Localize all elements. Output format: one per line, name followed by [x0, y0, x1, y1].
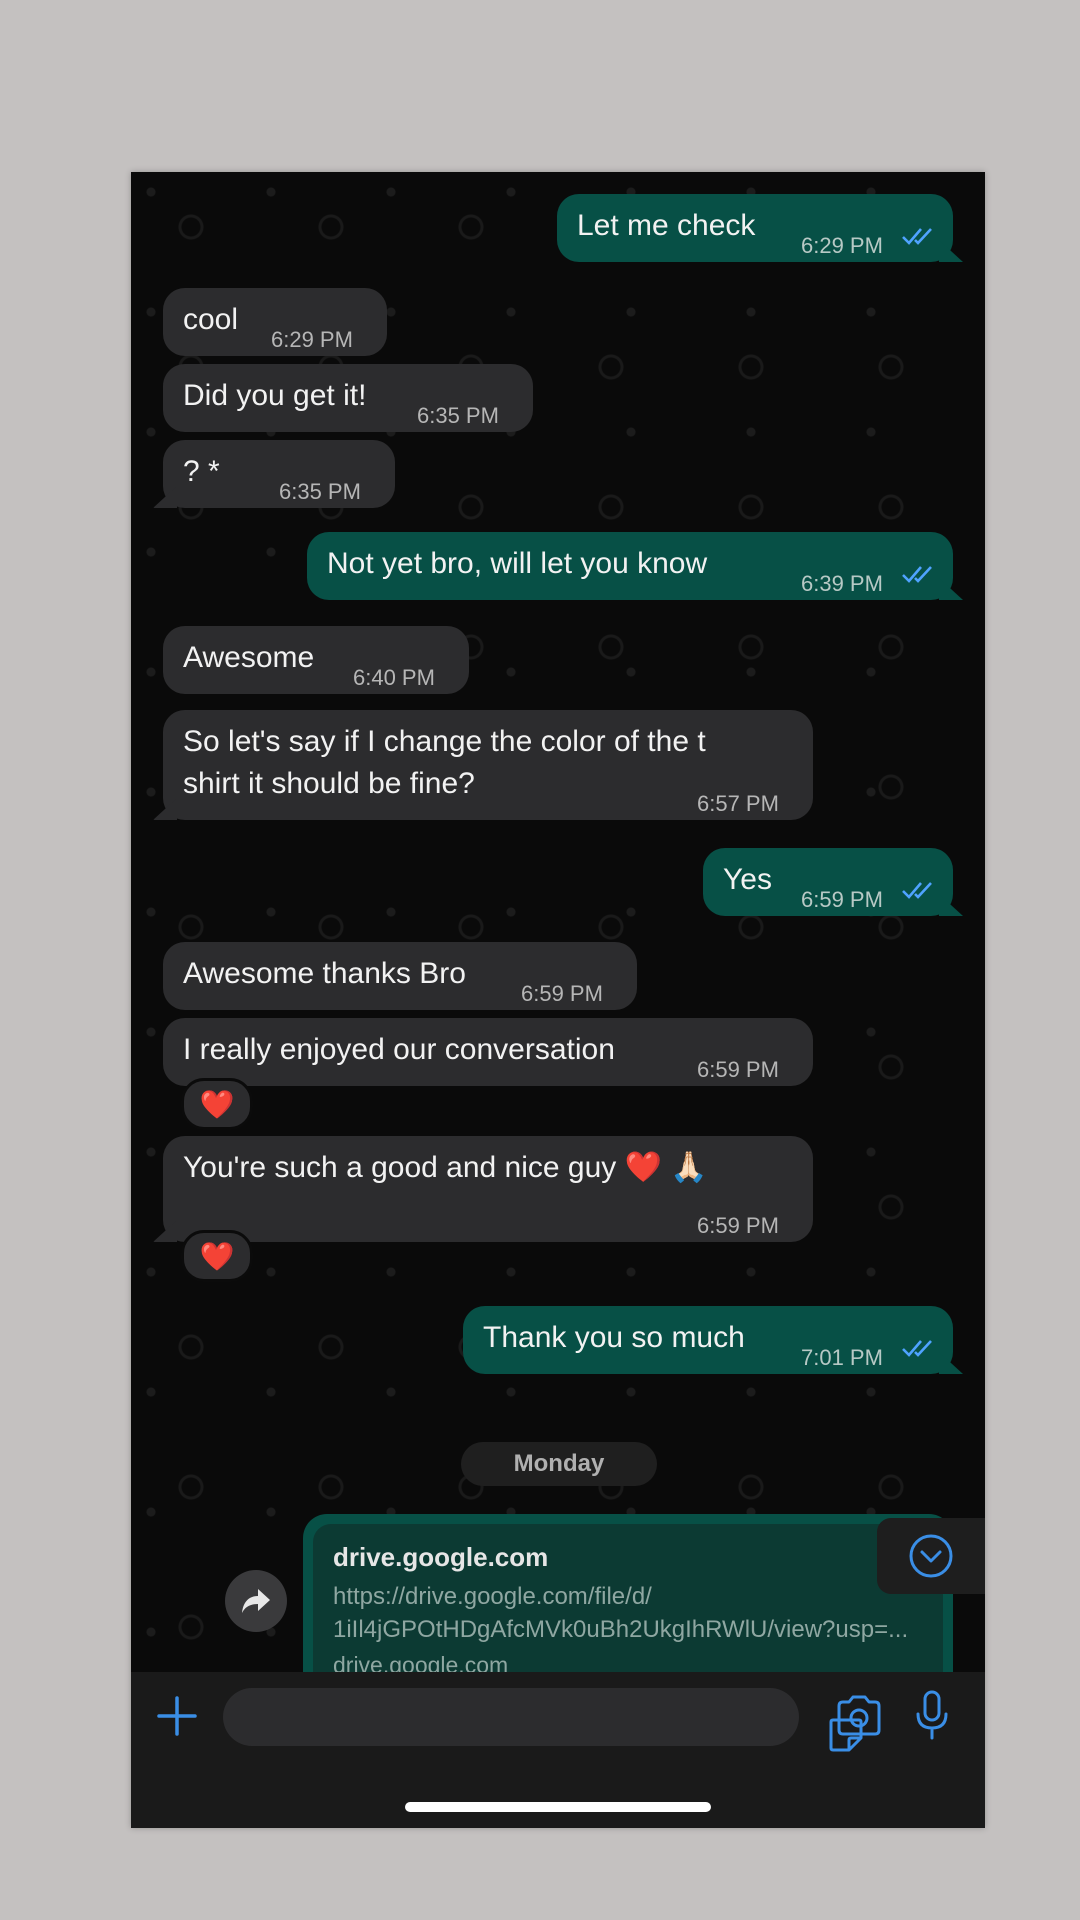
- incoming-message[interactable]: ? * 6:35 PM: [153, 440, 395, 508]
- incoming-message[interactable]: Awesome thanks Bro 6:59 PM: [163, 942, 637, 1010]
- phone-screen: Let me check 6:29 PM cool 6:29 PM Did yo…: [131, 172, 985, 1828]
- message-text: Let me check: [577, 209, 756, 242]
- message-text: Not yet bro, will let you know: [327, 547, 708, 580]
- incoming-message[interactable]: I really enjoyed our conversation 6:59 P…: [163, 1018, 813, 1086]
- message-text: You're such a good and nice guy ❤️ 🙏🏻: [183, 1151, 708, 1184]
- heart-reaction[interactable]: ❤️: [181, 1230, 253, 1282]
- message-time: 6:59 PM: [697, 1057, 779, 1082]
- message-time: 6:35 PM: [417, 403, 499, 428]
- double-check-icon: [902, 882, 932, 899]
- link-url-line-1: https://drive.google.com/file/d/: [333, 1583, 652, 1610]
- message-text: Awesome thanks Bro: [183, 957, 466, 990]
- heart-reaction[interactable]: ❤️: [181, 1078, 253, 1130]
- link-title: drive.google.com: [333, 1542, 549, 1572]
- outgoing-message[interactable]: Not yet bro, will let you know 6:39 PM: [307, 532, 963, 600]
- message-text: Awesome: [183, 641, 315, 674]
- forward-button[interactable]: [225, 1570, 287, 1632]
- chat-area[interactable]: Let me check 6:29 PM cool 6:29 PM Did yo…: [131, 172, 985, 1672]
- camera-icon[interactable]: [835, 1694, 883, 1738]
- message-text-line-1: So let's say if I change the color of th…: [183, 725, 706, 758]
- link-preview-message[interactable]: drive.google.com https://drive.google.co…: [303, 1514, 953, 1672]
- message-text: Thank you so much: [483, 1321, 745, 1354]
- message-time: 6:59 PM: [521, 981, 603, 1006]
- chevron-down-icon: [909, 1534, 953, 1578]
- outgoing-message[interactable]: Let me check 6:29 PM: [557, 194, 963, 262]
- incoming-message[interactable]: cool 6:29 PM: [163, 288, 387, 356]
- link-domain: drive.google.com: [333, 1652, 509, 1672]
- composer-bar: [131, 1672, 985, 1828]
- message-time: 7:01 PM: [801, 1345, 883, 1370]
- message-time: 6:59 PM: [697, 1213, 779, 1238]
- home-indicator[interactable]: [405, 1802, 711, 1812]
- plus-icon[interactable]: [153, 1692, 201, 1740]
- message-text: Did you get it!: [183, 379, 367, 412]
- message-text: Yes: [723, 863, 772, 896]
- message-text: ? *: [183, 455, 220, 488]
- message-time: 6:29 PM: [801, 233, 883, 258]
- message-time: 6:59 PM: [801, 887, 883, 912]
- message-time: 6:29 PM: [271, 327, 353, 352]
- double-check-icon: [902, 566, 932, 583]
- date-separator: Monday: [461, 1442, 657, 1486]
- double-check-icon: [902, 1340, 932, 1357]
- message-input[interactable]: [223, 1688, 863, 1752]
- microphone-icon[interactable]: [915, 1690, 949, 1742]
- incoming-message[interactable]: So let's say if I change the color of th…: [153, 710, 813, 820]
- forward-icon: [242, 1589, 270, 1613]
- incoming-message[interactable]: Did you get it! 6:35 PM: [163, 364, 533, 432]
- double-check-icon: [902, 228, 932, 245]
- message-time: 6:39 PM: [801, 571, 883, 596]
- message-time: 6:35 PM: [279, 479, 361, 504]
- link-preview-card[interactable]: drive.google.com https://drive.google.co…: [313, 1524, 943, 1672]
- incoming-message[interactable]: Awesome 6:40 PM: [163, 626, 469, 694]
- incoming-message[interactable]: You're such a good and nice guy ❤️ 🙏🏻 6:…: [153, 1136, 813, 1242]
- message-time: 6:40 PM: [353, 665, 435, 690]
- scroll-to-bottom-button[interactable]: [877, 1518, 985, 1594]
- message-text: I really enjoyed our conversation: [183, 1033, 615, 1066]
- message-text-line-2: shirt it should be fine?: [183, 767, 475, 800]
- link-url-line-2: 1iIl4jGPOtHDgAfcMVk0uBh2UkgIhRWlU/view?u…: [333, 1616, 909, 1643]
- link-url[interactable]: https://drive.google.com/file/d/ 1iIl4jG…: [333, 1580, 933, 1646]
- message-time: 6:57 PM: [697, 791, 779, 816]
- outgoing-message[interactable]: Yes 6:59 PM: [703, 848, 963, 916]
- outgoing-message[interactable]: Thank you so much 7:01 PM: [463, 1306, 963, 1374]
- message-text: cool: [183, 303, 239, 336]
